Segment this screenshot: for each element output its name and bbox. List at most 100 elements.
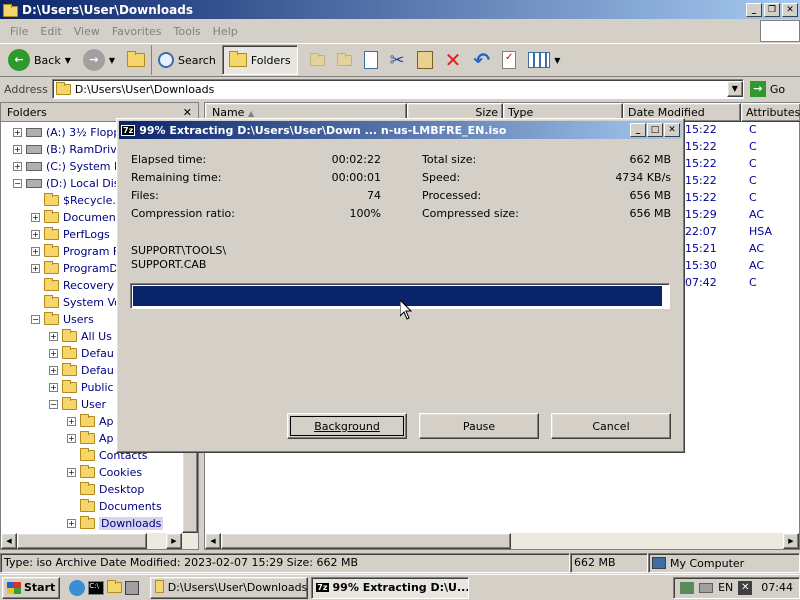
up-folder-button[interactable] xyxy=(121,45,151,75)
undo-button[interactable]: ↶ xyxy=(467,45,496,75)
move-to-button[interactable] xyxy=(304,45,331,75)
taskbar-item-7zip[interactable]: 7z 99% Extracting D:\U... xyxy=(311,576,470,599)
command-prompt-icon[interactable]: C:\ xyxy=(88,580,105,595)
scroll-left-icon[interactable]: ◀ xyxy=(1,533,17,549)
expand-icon[interactable]: + xyxy=(31,213,40,222)
file-row-time[interactable]: 15:22 xyxy=(685,123,745,136)
file-row-attributes[interactable]: C xyxy=(749,276,799,289)
dialog-minimize-button[interactable]: _ xyxy=(630,123,646,137)
file-row-attributes[interactable]: C xyxy=(749,140,799,153)
network-icon[interactable] xyxy=(680,581,695,594)
delete-button[interactable]: ✕ xyxy=(439,45,468,75)
address-dropdown-button[interactable]: ▼ xyxy=(726,81,743,97)
file-row-attributes[interactable]: AC xyxy=(749,208,799,221)
desktop-quick-icon[interactable] xyxy=(125,580,140,595)
expand-icon[interactable]: + xyxy=(13,145,22,154)
tree-item[interactable]: + PerfLogs xyxy=(31,226,110,243)
tree-item[interactable]: Documents xyxy=(67,498,162,515)
tree-item[interactable]: − (D:) Local Disk xyxy=(13,175,126,192)
menu-help[interactable]: Help xyxy=(213,25,238,38)
expand-icon[interactable]: + xyxy=(67,468,76,477)
back-button[interactable]: ← Back ▼ xyxy=(2,45,77,75)
file-row-attributes[interactable]: C xyxy=(749,191,799,204)
restore-button[interactable]: ❐ xyxy=(764,2,780,17)
expand-icon[interactable]: + xyxy=(13,162,22,171)
views-button[interactable]: ▼ xyxy=(522,45,566,75)
tree-item[interactable]: $Recycle. xyxy=(31,192,116,209)
minimize-button[interactable]: _ xyxy=(746,2,762,17)
start-button[interactable]: Start xyxy=(2,576,61,599)
filelist-hscrollbar[interactable]: ◀ ▶ xyxy=(205,533,799,549)
tree-item[interactable]: Desktop xyxy=(67,481,144,498)
menu-file[interactable]: File xyxy=(10,25,28,38)
file-row-time[interactable]: 15:21 xyxy=(685,242,745,255)
file-row-time[interactable]: 15:22 xyxy=(685,140,745,153)
dialog-maximize-button[interactable]: □ xyxy=(647,123,663,137)
cut-button[interactable]: ✂ xyxy=(384,45,411,75)
scroll-right-icon[interactable]: ▶ xyxy=(166,533,182,549)
collapse-icon[interactable]: − xyxy=(13,179,22,188)
pause-button[interactable]: Pause xyxy=(419,413,539,439)
tree-item[interactable]: + Cookies xyxy=(67,464,142,481)
tree-item[interactable]: + Ap xyxy=(67,430,114,447)
collapse-icon[interactable]: − xyxy=(49,400,58,409)
scroll-right-icon[interactable]: ▶ xyxy=(783,533,799,549)
menu-view[interactable]: View xyxy=(74,25,100,38)
tree-item[interactable]: + (C:) System Re xyxy=(13,158,128,175)
file-row-time[interactable]: 15:29 xyxy=(685,208,745,221)
expand-icon[interactable]: + xyxy=(67,434,76,443)
expand-icon[interactable]: + xyxy=(49,332,58,341)
cancel-button[interactable]: Cancel xyxy=(551,413,671,439)
drive-icon[interactable] xyxy=(699,582,714,593)
hscroll-thumb[interactable] xyxy=(17,533,147,549)
tree-item[interactable]: + All Us xyxy=(49,328,112,345)
go-button[interactable]: → Go xyxy=(744,81,785,97)
file-row-time[interactable]: 15:22 xyxy=(685,157,745,170)
expand-icon[interactable]: + xyxy=(49,366,58,375)
tree-item[interactable]: + (B:) RamDrive xyxy=(13,141,124,158)
column-attributes[interactable]: Attributes xyxy=(741,103,800,122)
tray-close-icon[interactable]: ✕ xyxy=(738,580,753,595)
tree-item[interactable]: + Defau xyxy=(49,362,114,379)
expand-icon[interactable]: + xyxy=(49,349,58,358)
tree-item[interactable]: System Vo xyxy=(31,294,121,311)
close-button[interactable]: ✕ xyxy=(782,2,798,17)
file-row-attributes[interactable]: C xyxy=(749,123,799,136)
tree-item[interactable]: Recovery xyxy=(31,277,114,294)
file-row-attributes[interactable]: C xyxy=(749,157,799,170)
menu-favorites[interactable]: Favorites xyxy=(112,25,162,38)
file-row-attributes[interactable]: HSA xyxy=(749,225,799,238)
copy-button[interactable] xyxy=(358,45,384,75)
tree-item[interactable]: + Downloads xyxy=(67,515,164,532)
tree-item[interactable]: + ProgramD xyxy=(31,260,118,277)
expand-icon[interactable]: + xyxy=(31,247,40,256)
file-row-time[interactable]: 15:22 xyxy=(685,191,745,204)
file-row-attributes[interactable]: AC xyxy=(749,242,799,255)
expand-icon[interactable]: + xyxy=(13,128,22,137)
file-row-attributes[interactable]: AC xyxy=(749,259,799,272)
file-row-time[interactable]: 07:42 xyxy=(685,276,745,289)
hscroll-thumb[interactable] xyxy=(221,533,511,549)
menu-edit[interactable]: Edit xyxy=(40,25,61,38)
folders-hscrollbar[interactable]: ◀ ▶ xyxy=(1,533,182,549)
menu-tools[interactable]: Tools xyxy=(174,25,201,38)
expand-icon[interactable]: + xyxy=(31,264,40,273)
address-input[interactable]: D:\Users\User\Downloads ▼ xyxy=(51,79,744,99)
file-row-time[interactable]: 15:22 xyxy=(685,174,745,187)
tree-item[interactable]: + Public xyxy=(49,379,114,396)
file-row-time[interactable]: 22:07 xyxy=(685,225,745,238)
tree-item[interactable]: + Defau xyxy=(49,345,114,362)
tree-item[interactable]: + (A:) 3½ Floppy xyxy=(13,124,127,141)
folders-button[interactable]: Folders xyxy=(221,45,298,75)
background-button[interactable]: Background xyxy=(287,413,407,439)
language-indicator[interactable]: EN xyxy=(718,581,733,594)
paste-button[interactable] xyxy=(411,45,439,75)
file-row-attributes[interactable]: C xyxy=(749,174,799,187)
scroll-left-icon[interactable]: ◀ xyxy=(205,533,221,549)
tree-item[interactable]: + Ap xyxy=(67,413,114,430)
tree-item[interactable]: − User xyxy=(49,396,106,413)
search-button[interactable]: Search xyxy=(151,45,222,75)
expand-icon[interactable]: + xyxy=(31,230,40,239)
forward-button[interactable]: → ▼ xyxy=(77,45,121,75)
expand-icon[interactable]: + xyxy=(49,383,58,392)
